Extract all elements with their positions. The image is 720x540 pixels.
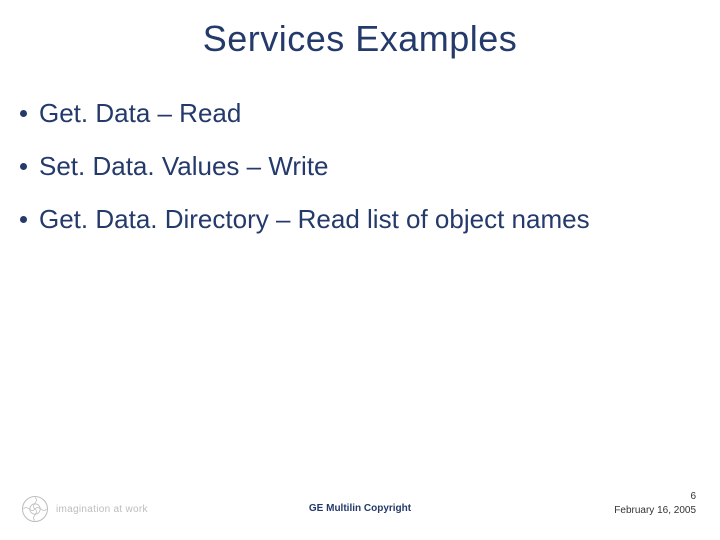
slide-title: Services Examples — [0, 18, 720, 60]
logo-group: imagination at work — [22, 496, 148, 522]
bullet-dot-icon — [20, 163, 27, 170]
footer-date: February 16, 2005 — [614, 505, 696, 516]
copyright-text: GE Multilin Copyright — [309, 503, 411, 514]
bullet-list: Get. Data – Read Set. Data. Values – Wri… — [20, 98, 700, 258]
ge-logo-icon — [22, 496, 48, 522]
bullet-item: Set. Data. Values – Write — [20, 151, 700, 182]
bullet-item: Get. Data. Directory – Read list of obje… — [20, 204, 700, 235]
bullet-dot-icon — [20, 216, 27, 223]
bullet-item: Get. Data – Read — [20, 98, 700, 129]
bullet-dot-icon — [20, 110, 27, 117]
bullet-text: Get. Data. Directory – Read list of obje… — [39, 204, 590, 235]
tagline: imagination at work — [56, 504, 148, 515]
slide: Services Examples Get. Data – Read Set. … — [0, 0, 720, 540]
page-number: 6 — [690, 491, 696, 502]
bullet-text: Set. Data. Values – Write — [39, 151, 329, 182]
footer: imagination at work GE Multilin Copyrigh… — [0, 482, 720, 522]
bullet-text: Get. Data – Read — [39, 98, 241, 129]
